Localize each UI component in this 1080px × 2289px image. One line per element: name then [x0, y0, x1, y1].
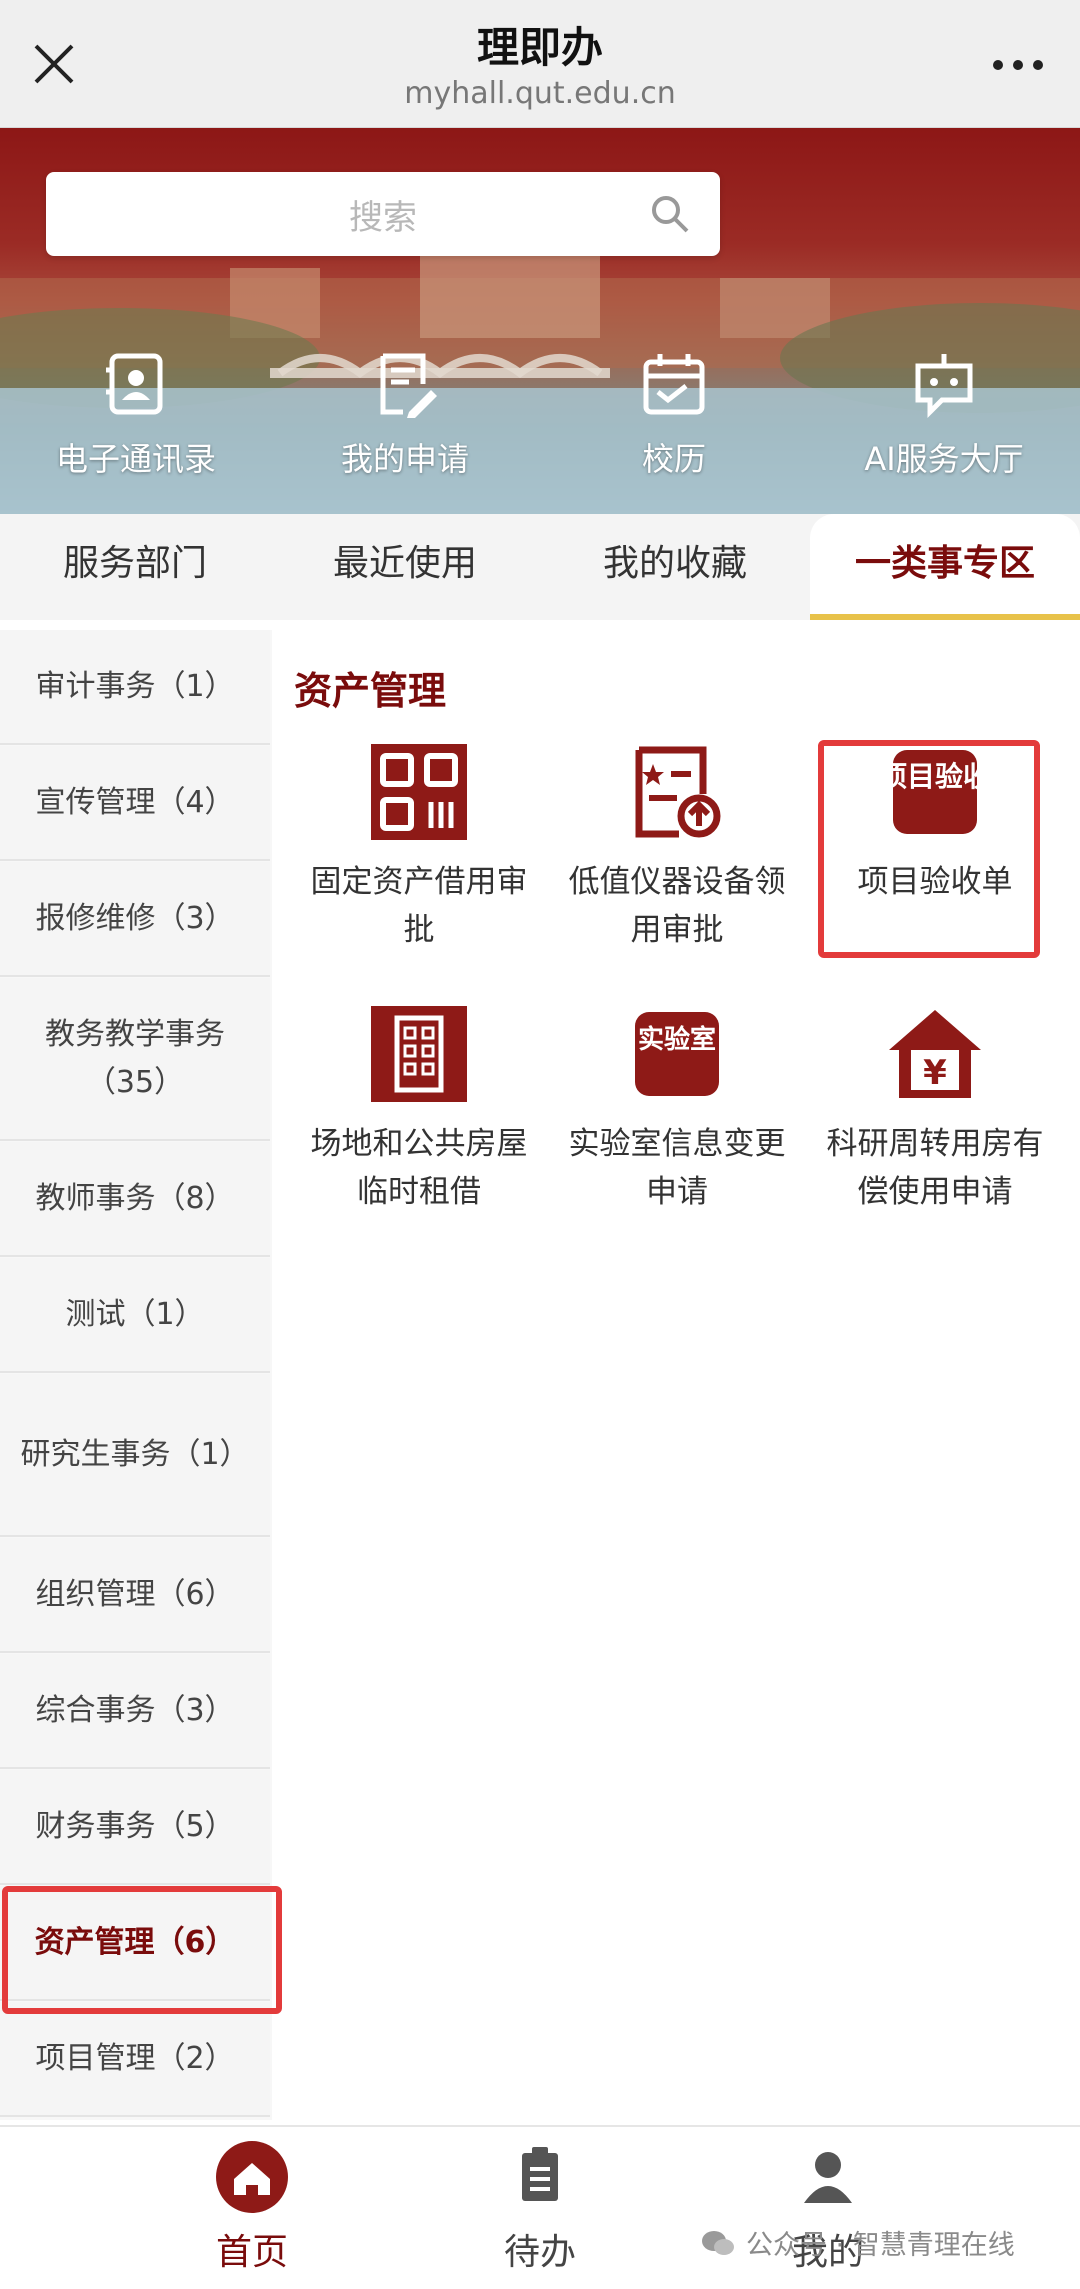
application-edit-icon [380, 353, 437, 418]
sidebar-item-audit[interactable]: 审计事务（1） [0, 630, 270, 745]
service-fixed-asset-borrowing[interactable]: 固定资产借用审批 [290, 744, 548, 954]
quick-link-ai-service[interactable]: AI服务大厅 [814, 348, 1074, 480]
calendar-icon [643, 354, 705, 415]
icon-text: 实验室 [638, 1024, 716, 1055]
nav-label: 首页 [215, 2232, 288, 2273]
qr-grid-icon [371, 744, 467, 840]
home-icon [216, 2141, 288, 2213]
service-label: 固定资产借用审批 [310, 864, 528, 948]
tab-one-stop-zone[interactable]: 一类事专区 [810, 514, 1080, 620]
contact-book-icon [106, 353, 163, 415]
sidebar-item-organization[interactable]: 组织管理（6） [0, 1538, 270, 1653]
bottom-navigation: 首页 待办 我的 [0, 2125, 1080, 2289]
watermark-text: 公众号 · 智慧青理在线 [746, 2230, 1015, 2261]
house-yuan-icon: ¥ [889, 1010, 981, 1098]
nav-todo[interactable]: 待办 [430, 2139, 650, 2275]
sidebar-item-test[interactable]: 测试（1） [0, 1258, 270, 1373]
hero-banner: 搜索 电子通讯录 我的申请 校历 AI服务大厅 [0, 128, 1080, 514]
service-research-housing[interactable]: ¥ 科研周转用房有偿使用申请 [806, 1006, 1064, 1216]
section-title: 资产管理 [294, 669, 447, 713]
building-icon [371, 1006, 467, 1102]
browser-top-bar: 理即办 myhall.qut.edu.cn [0, 0, 1080, 128]
search-bar[interactable]: 搜索 [46, 172, 720, 256]
tab-my-favorites[interactable]: 我的收藏 [540, 514, 810, 620]
tab-recently-used[interactable]: 最近使用 [270, 514, 540, 620]
service-label: 实验室信息变更申请 [568, 1126, 786, 1210]
quick-link-label: 我的申请 [340, 440, 469, 478]
nav-home[interactable]: 首页 [142, 2139, 362, 2275]
page-title: 理即办 [476, 23, 603, 72]
highlight-box-project-acceptance [818, 740, 1040, 958]
highlight-box-sidebar [2, 1886, 282, 2014]
more-options-icon[interactable] [986, 40, 1050, 90]
sidebar-item-finance[interactable]: 财务事务（5） [0, 1770, 270, 1885]
sidebar-item-publicity[interactable]: 宣传管理（4） [0, 746, 270, 861]
page-url: myhall.qut.edu.cn [404, 76, 676, 111]
sidebar-item-project-management[interactable]: 项目管理（2） [0, 2002, 270, 2117]
service-label: 低值仪器设备领用审批 [568, 864, 786, 948]
sidebar-item-teacher-affairs[interactable]: 教师事务（8） [0, 1142, 270, 1257]
quick-link-label: 电子通讯录 [55, 440, 216, 478]
search-icon[interactable] [648, 192, 692, 236]
sidebar-item-academic-affairs[interactable]: 教务教学事务（35） [0, 978, 270, 1141]
tab-active-underline [810, 614, 1080, 620]
icon-text: ¥ [923, 1053, 947, 1093]
service-label: 场地和公共房屋临时租借 [310, 1126, 528, 1210]
service-laboratory-info-change[interactable]: 实验室 实验室信息变更申请 [548, 1006, 806, 1216]
user-icon [804, 2152, 852, 2203]
quick-link-label: 校历 [641, 440, 706, 478]
watermark: 公众号 · 智慧青理在线 [700, 2223, 1015, 2262]
document-upload-icon [635, 746, 721, 838]
quick-link-calendar[interactable]: 校历 [544, 348, 804, 480]
search-placeholder: 搜索 [349, 198, 417, 238]
category-tabs: 服务部门 最近使用 我的收藏 一类事专区 [0, 514, 1080, 620]
sidebar-item-graduate-affairs[interactable]: 研究生事务（1） [0, 1374, 270, 1537]
service-low-value-equipment[interactable]: 低值仪器设备领用审批 [548, 744, 806, 954]
tab-service-departments[interactable]: 服务部门 [0, 514, 270, 620]
quick-link-label: AI服务大厅 [864, 440, 1024, 478]
quick-link-my-applications[interactable]: 我的申请 [275, 348, 535, 480]
laboratory-icon: 实验室 [635, 1012, 719, 1096]
sidebar-item-general-affairs[interactable]: 综合事务（3） [0, 1654, 270, 1769]
sidebar-item-repair[interactable]: 报修维修（3） [0, 862, 270, 977]
service-label: 科研周转用房有偿使用申请 [826, 1126, 1044, 1210]
nav-label: 待办 [503, 2232, 576, 2273]
robot-icon [915, 354, 973, 419]
quick-link-contacts[interactable]: 电子通讯录 [6, 348, 266, 480]
clipboard-icon [522, 2147, 558, 2201]
service-venue-rental[interactable]: 场地和公共房屋临时租借 [290, 1006, 548, 1216]
wechat-icon [702, 2230, 734, 2255]
tab-label: 一类事专区 [854, 543, 1035, 584]
